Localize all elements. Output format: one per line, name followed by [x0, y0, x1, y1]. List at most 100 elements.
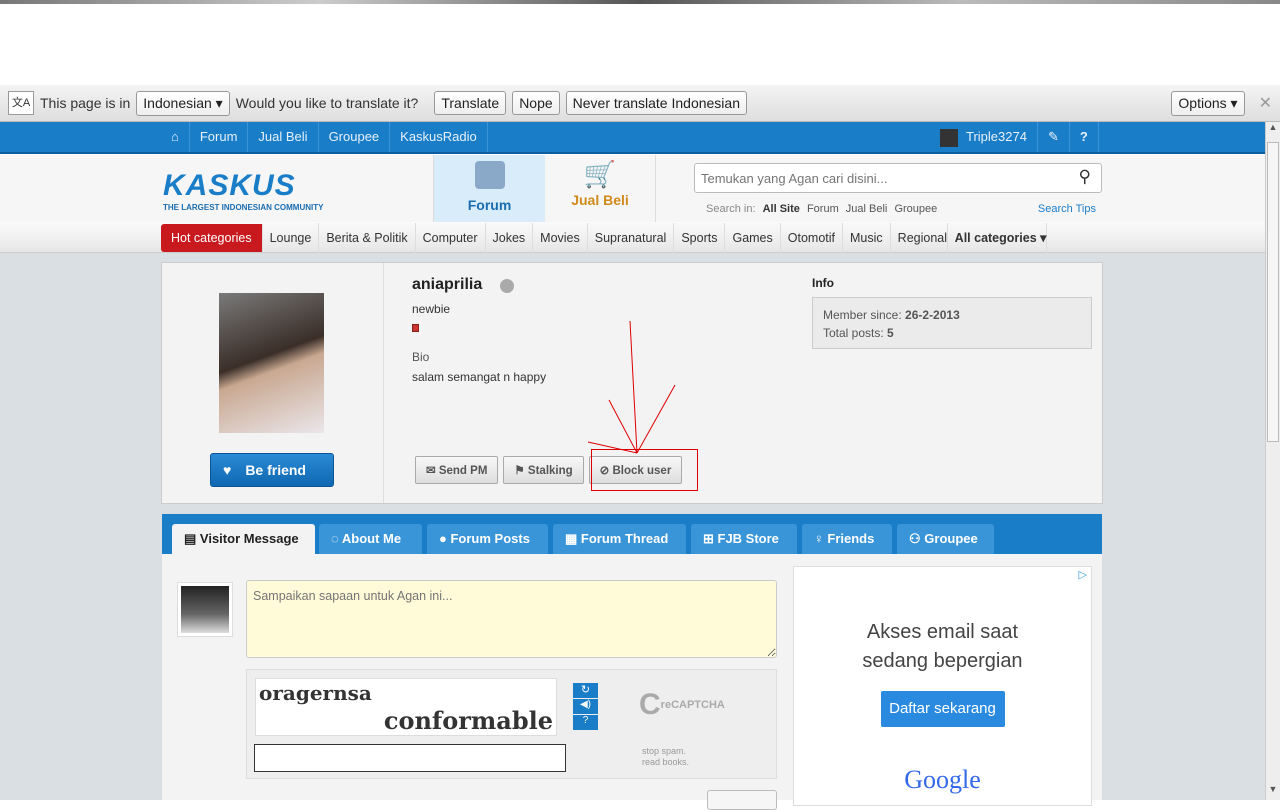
search-tips-link[interactable]: Search Tips: [1038, 203, 1096, 215]
stalking-button[interactable]: ⚑ Stalking: [503, 456, 584, 484]
visitor-message-input[interactable]: [246, 580, 777, 658]
captcha-word-1: oragernsa: [259, 681, 372, 705]
heart-icon: ♥: [223, 462, 232, 478]
scroll-down-icon[interactable]: ▼: [1266, 784, 1280, 800]
chat-icon: ●: [439, 531, 451, 546]
scroll-thumb[interactable]: [1267, 142, 1279, 442]
search-input[interactable]: [695, 164, 1055, 192]
translate-icon: 文A: [8, 91, 34, 115]
translate-prefix: This page is in: [40, 95, 131, 111]
never-translate-button[interactable]: Never translate Indonesian: [565, 91, 747, 115]
nav-kaskusradio[interactable]: KaskusRadio: [390, 122, 488, 152]
language-select[interactable]: Indonesian ▾: [136, 90, 230, 116]
tab-groupee[interactable]: ⚇ Groupee: [897, 524, 994, 554]
category-bar: Hot categories Lounge Berita & Politik Comp…: [0, 222, 1265, 254]
reputation-bar: [412, 324, 419, 332]
scope-jual-beli[interactable]: Jual Beli: [846, 203, 888, 215]
cat-supranatural[interactable]: Supranatural: [588, 223, 675, 254]
translate-question: Would you like to translate it?: [235, 95, 419, 111]
search-in-label: Search in:: [706, 203, 756, 215]
submit-button-partial[interactable]: [707, 790, 777, 810]
tab-label: About Me: [341, 531, 402, 546]
cart-icon: 🛒: [583, 159, 617, 189]
cart-icon: ⊞: [703, 531, 718, 546]
hot-categories[interactable]: Hot categories: [161, 224, 263, 252]
recaptcha-logo: CreCAPTCHA: [639, 688, 725, 721]
cat-regional[interactable]: Regional: [891, 223, 947, 254]
close-icon[interactable]: ✕: [1259, 93, 1272, 113]
tab-forum-thread[interactable]: ▦ Forum Thread: [553, 524, 686, 554]
tab-label: Forum Thread: [580, 531, 669, 546]
ad-line-1: Akses email saat: [866, 621, 1019, 643]
nav-groupee[interactable]: Groupee: [319, 122, 391, 152]
home-icon[interactable]: ⌂: [161, 122, 190, 152]
edit-icon[interactable]: ✎: [1038, 122, 1070, 152]
send-pm-button[interactable]: ✉ Send PM: [415, 456, 499, 484]
logo-tagline: THE LARGEST INDONESIAN COMMUNITY: [163, 203, 324, 212]
cat-otomotif[interactable]: Otomotif: [781, 223, 844, 254]
help-icon[interactable]: ?: [1070, 122, 1099, 152]
cat-computer[interactable]: Computer: [416, 223, 486, 254]
refresh-icon[interactable]: ↻: [573, 683, 598, 698]
captcha-word-2: conformable: [383, 706, 553, 735]
bulb-icon: ◌: [331, 531, 342, 546]
ad-panel[interactable]: ▷ Akses email saat sedang bepergian Daft…: [793, 566, 1092, 806]
cat-sports[interactable]: Sports: [674, 223, 726, 254]
all-categories[interactable]: All categories ▾: [946, 223, 1047, 254]
tab-friends[interactable]: ♀ Friends: [802, 524, 892, 554]
scrollbar[interactable]: ▲ ▼: [1265, 122, 1280, 800]
jualbeli-tab[interactable]: 🛒 Jual Beli: [545, 155, 656, 222]
search-icon[interactable]: ⚲: [1079, 167, 1091, 187]
help-icon[interactable]: ?: [573, 715, 598, 730]
tab-about-me[interactable]: ◌ About Me: [319, 524, 422, 554]
cat-lounge[interactable]: Lounge: [263, 223, 320, 254]
profile-rank: newbie: [412, 302, 451, 316]
info-label: Info: [812, 276, 834, 290]
scope-all-site[interactable]: All Site: [763, 203, 800, 215]
tab-visitor-message[interactable]: ▤ Visitor Message: [172, 524, 315, 554]
captcha-input[interactable]: [254, 744, 566, 772]
audio-icon[interactable]: ◀): [573, 699, 598, 714]
adchoices-icon[interactable]: ▷: [1079, 568, 1087, 581]
translate-bar: 文A This page is in Indonesian ▾ Would yo…: [0, 85, 1280, 122]
top-nav: ⌂ Forum Jual Beli Groupee KaskusRadio Triple…: [0, 122, 1265, 154]
cat-movies[interactable]: Movies: [533, 223, 588, 254]
site-header: KASKUS THE LARGEST INDONESIAN COMMUNITY …: [0, 155, 1265, 222]
tab-label: Forum Posts: [450, 531, 530, 546]
user-menu[interactable]: Triple3274: [930, 122, 1038, 152]
scroll-up-icon[interactable]: ▲: [1266, 122, 1280, 138]
captcha-image: oragernsa conformable: [255, 678, 557, 736]
scope-forum[interactable]: Forum: [807, 203, 839, 215]
tab-forum-posts[interactable]: ● Forum Posts: [427, 524, 548, 554]
cat-music[interactable]: Music: [843, 223, 891, 254]
nav-jual-beli[interactable]: Jual Beli: [248, 122, 319, 152]
visitor-message-panel: oragernsa conformable ↻ ◀) ? CreCAPTCHA …: [162, 554, 1102, 810]
tab-fjb-store[interactable]: ⊞ FJB Store: [691, 524, 797, 554]
search-box[interactable]: ⚲: [694, 163, 1102, 193]
cat-games[interactable]: Games: [725, 223, 781, 254]
bio-text: salam semangat n happy: [412, 370, 547, 384]
tab-label: Visitor Message: [199, 531, 299, 546]
profile-username: aniaprilia: [412, 276, 483, 293]
recaptcha-tagline-1: stop spam.: [642, 746, 687, 756]
member-since-value: 26-2-2013: [905, 308, 960, 322]
cat-jokes[interactable]: Jokes: [486, 223, 534, 254]
translate-button[interactable]: Translate: [434, 91, 507, 115]
options-button[interactable]: Options ▾: [1171, 90, 1245, 116]
member-since-label: Member since:: [823, 308, 902, 322]
info-box: Member since: 26-2-2013 Total posts: 5: [812, 297, 1092, 349]
ad-signup-button[interactable]: Daftar sekarang: [880, 691, 1005, 727]
username: Triple3274: [966, 129, 1027, 144]
language-value: Indonesian: [143, 94, 212, 111]
be-friend-button[interactable]: ♥ Be friend: [210, 453, 334, 487]
forum-label: Forum: [467, 197, 512, 213]
scope-groupee[interactable]: Groupee: [894, 203, 937, 215]
kaskus-logo[interactable]: KASKUS THE LARGEST INDONESIAN COMMUNITY: [163, 169, 323, 212]
cat-berita-politik[interactable]: Berita & Politik: [319, 223, 416, 254]
nope-button[interactable]: Nope: [512, 91, 560, 115]
nav-forum[interactable]: Forum: [190, 122, 249, 152]
be-friend-label: Be friend: [245, 462, 306, 478]
forum-tab[interactable]: Forum: [433, 155, 545, 222]
note-icon: ▤: [184, 531, 200, 546]
profile-photo: [219, 293, 324, 433]
